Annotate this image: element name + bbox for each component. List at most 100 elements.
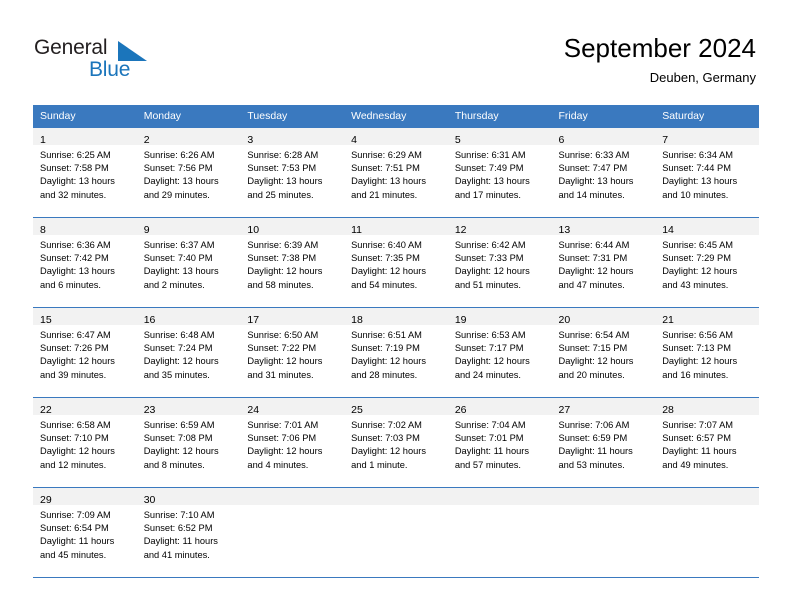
calendar-day-cell[interactable]: 4 Sunrise: 6:29 AM Sunset: 7:51 PM Dayli…: [344, 127, 448, 218]
calendar-day-cell[interactable]: 10 Sunrise: 6:39 AM Sunset: 7:38 PM Dayl…: [240, 217, 345, 308]
sunset-text: Sunset: 7:13 PM: [662, 343, 731, 354]
calendar-day-cell[interactable]: 6 Sunrise: 6:33 AM Sunset: 7:47 PM Dayli…: [551, 127, 656, 218]
day-number: 9: [143, 224, 150, 236]
daylight-text-line2: and 31 minutes.: [247, 369, 314, 380]
daylight-text-line2: and 6 minutes.: [40, 279, 101, 290]
day-number: 26: [454, 404, 467, 416]
day-details: Sunrise: 6:44 AM Sunset: 7:31 PM Dayligh…: [552, 235, 656, 292]
calendar-header-row: Sunday Monday Tuesday Wednesday Thursday…: [33, 105, 759, 128]
calendar-day-cell[interactable]: 3 Sunrise: 6:28 AM Sunset: 7:53 PM Dayli…: [240, 127, 345, 218]
day-details: Sunrise: 6:54 AM Sunset: 7:15 PM Dayligh…: [552, 325, 656, 382]
day-number: 17: [247, 314, 260, 326]
sunrise-text: Sunrise: 6:29 AM: [351, 150, 422, 160]
day-details: Sunrise: 6:51 AM Sunset: 7:19 PM Dayligh…: [344, 325, 448, 382]
sunset-text: Sunset: 6:52 PM: [143, 523, 213, 534]
calendar-day-cell[interactable]: 27 Sunrise: 7:06 AM Sunset: 6:59 PM Dayl…: [551, 397, 656, 488]
calendar-day-cell-empty: [655, 487, 759, 578]
sunset-text: Sunset: 7:35 PM: [351, 253, 420, 264]
sunset-text: Sunset: 7:56 PM: [143, 163, 213, 174]
daylight-text-line1: Daylight: 11 hours: [454, 446, 530, 457]
calendar-day-cell[interactable]: 5 Sunrise: 6:31 AM Sunset: 7:49 PM Dayli…: [447, 127, 552, 218]
sunrise-text: Sunrise: 7:02 AM: [351, 420, 422, 430]
sunrise-text: Sunrise: 6:53 AM: [454, 330, 526, 340]
weekday-header-row: Sunday Monday Tuesday Wednesday Thursday…: [33, 105, 759, 128]
weekday-header-wednesday: Wednesday: [344, 105, 448, 128]
daylight-text-line1: Daylight: 12 hours: [351, 446, 427, 457]
daylight-text-line1: Daylight: 12 hours: [558, 266, 634, 277]
sunrise-text: Sunrise: 6:58 AM: [40, 420, 111, 430]
daylight-text-line2: and 29 minutes.: [143, 189, 210, 200]
logo-text-blue: Blue: [89, 58, 131, 81]
daylight-text-line1: Daylight: 12 hours: [247, 446, 323, 457]
daylight-text-line2: and 49 minutes.: [662, 459, 729, 470]
calendar-day-cell[interactable]: 9 Sunrise: 6:37 AM Sunset: 7:40 PM Dayli…: [136, 217, 241, 308]
sunset-text: Sunset: 7:58 PM: [40, 163, 109, 174]
calendar-day-cell[interactable]: 8 Sunrise: 6:36 AM Sunset: 7:42 PM Dayli…: [33, 217, 137, 308]
day-details: Sunrise: 7:06 AM Sunset: 6:59 PM Dayligh…: [552, 415, 656, 472]
day-number: 13: [558, 224, 571, 236]
sunset-text: Sunset: 7:06 PM: [247, 433, 317, 444]
sunrise-text: Sunrise: 6:59 AM: [143, 420, 215, 430]
day-number: 1: [40, 134, 46, 146]
sunrise-text: Sunrise: 6:36 AM: [40, 240, 111, 250]
calendar-day-cell[interactable]: 30 Sunrise: 7:10 AM Sunset: 6:52 PM Dayl…: [136, 487, 241, 578]
calendar-body: 1 Sunrise: 6:25 AM Sunset: 7:58 PM Dayli…: [33, 127, 759, 578]
day-number: 6: [558, 134, 565, 146]
calendar-day-cell[interactable]: 19 Sunrise: 6:53 AM Sunset: 7:17 PM Dayl…: [447, 307, 552, 398]
sunrise-text: Sunrise: 7:04 AM: [454, 420, 526, 430]
day-details: Sunrise: 7:09 AM Sunset: 6:54 PM Dayligh…: [33, 505, 137, 562]
calendar-day-cell[interactable]: 29 Sunrise: 7:09 AM Sunset: 6:54 PM Dayl…: [33, 487, 137, 578]
sunrise-text: Sunrise: 6:33 AM: [558, 150, 630, 160]
sunset-text: Sunset: 7:29 PM: [662, 253, 731, 264]
daylight-text-line2: and 16 minutes.: [662, 369, 729, 380]
calendar-week-row: 15 Sunrise: 6:47 AM Sunset: 7:26 PM Dayl…: [33, 307, 759, 398]
daylight-text-line1: Daylight: 12 hours: [351, 356, 427, 367]
sunset-text: Sunset: 7:42 PM: [40, 253, 109, 264]
calendar-day-cell[interactable]: 26 Sunrise: 7:04 AM Sunset: 7:01 PM Dayl…: [447, 397, 552, 488]
day-number: 21: [662, 314, 674, 326]
calendar-day-cell[interactable]: 11 Sunrise: 6:40 AM Sunset: 7:35 PM Dayl…: [344, 217, 448, 308]
daylight-text-line2: and 57 minutes.: [454, 459, 521, 470]
weekday-header-monday: Monday: [136, 105, 241, 128]
daylight-text-line2: and 25 minutes.: [247, 189, 314, 200]
day-details: Sunrise: 6:29 AM Sunset: 7:51 PM Dayligh…: [344, 145, 448, 202]
daylight-text-line1: Daylight: 13 hours: [662, 176, 738, 187]
sunrise-text: Sunrise: 6:42 AM: [454, 240, 526, 250]
daylight-text-line1: Daylight: 13 hours: [558, 176, 634, 187]
sunset-text: Sunset: 7:49 PM: [454, 163, 524, 174]
sunrise-text: Sunrise: 6:26 AM: [143, 150, 215, 160]
daylight-text-line1: Daylight: 12 hours: [454, 266, 530, 277]
calendar-day-cell[interactable]: 14 Sunrise: 6:45 AM Sunset: 7:29 PM Dayl…: [655, 217, 759, 308]
calendar-day-cell[interactable]: 22 Sunrise: 6:58 AM Sunset: 7:10 PM Dayl…: [33, 397, 137, 488]
daylight-text-line2: and 12 minutes.: [40, 459, 107, 470]
location-label: Deuben, Germany: [649, 70, 756, 85]
calendar-day-cell[interactable]: 17 Sunrise: 6:50 AM Sunset: 7:22 PM Dayl…: [240, 307, 345, 398]
calendar-day-cell[interactable]: 16 Sunrise: 6:48 AM Sunset: 7:24 PM Dayl…: [136, 307, 241, 398]
calendar-day-cell[interactable]: 13 Sunrise: 6:44 AM Sunset: 7:31 PM Dayl…: [551, 217, 656, 308]
sunset-text: Sunset: 7:44 PM: [662, 163, 731, 174]
calendar-day-cell[interactable]: 1 Sunrise: 6:25 AM Sunset: 7:58 PM Dayli…: [33, 127, 137, 218]
daylight-text-line1: Daylight: 12 hours: [40, 356, 115, 367]
calendar-day-cell[interactable]: 7 Sunrise: 6:34 AM Sunset: 7:44 PM Dayli…: [655, 127, 759, 218]
sunset-text: Sunset: 7:47 PM: [558, 163, 628, 174]
calendar-day-cell[interactable]: 18 Sunrise: 6:51 AM Sunset: 7:19 PM Dayl…: [344, 307, 448, 398]
calendar-day-cell[interactable]: 21 Sunrise: 6:56 AM Sunset: 7:13 PM Dayl…: [655, 307, 759, 398]
sunset-text: Sunset: 7:40 PM: [143, 253, 213, 264]
calendar-day-cell[interactable]: 25 Sunrise: 7:02 AM Sunset: 7:03 PM Dayl…: [344, 397, 448, 488]
day-number: 3: [247, 134, 254, 146]
calendar-week-row: 1 Sunrise: 6:25 AM Sunset: 7:58 PM Dayli…: [33, 127, 759, 218]
weekday-header-friday: Friday: [551, 105, 656, 128]
day-number: 18: [351, 314, 363, 326]
calendar-day-cell[interactable]: 15 Sunrise: 6:47 AM Sunset: 7:26 PM Dayl…: [33, 307, 137, 398]
calendar-day-cell[interactable]: 12 Sunrise: 6:42 AM Sunset: 7:33 PM Dayl…: [447, 217, 552, 308]
daylight-text-line1: Daylight: 12 hours: [351, 266, 427, 277]
day-number: 22: [40, 404, 52, 416]
calendar-day-cell[interactable]: 28 Sunrise: 7:07 AM Sunset: 6:57 PM Dayl…: [655, 397, 759, 488]
day-number: 29: [40, 494, 52, 506]
calendar-day-cell[interactable]: 20 Sunrise: 6:54 AM Sunset: 7:15 PM Dayl…: [551, 307, 656, 398]
day-details: Sunrise: 6:48 AM Sunset: 7:24 PM Dayligh…: [137, 325, 241, 382]
calendar-day-cell[interactable]: 24 Sunrise: 7:01 AM Sunset: 7:06 PM Dayl…: [240, 397, 345, 488]
calendar-day-cell[interactable]: 2 Sunrise: 6:26 AM Sunset: 7:56 PM Dayli…: [136, 127, 241, 218]
day-number: 8: [40, 224, 46, 236]
calendar-day-cell[interactable]: 23 Sunrise: 6:59 AM Sunset: 7:08 PM Dayl…: [136, 397, 241, 488]
